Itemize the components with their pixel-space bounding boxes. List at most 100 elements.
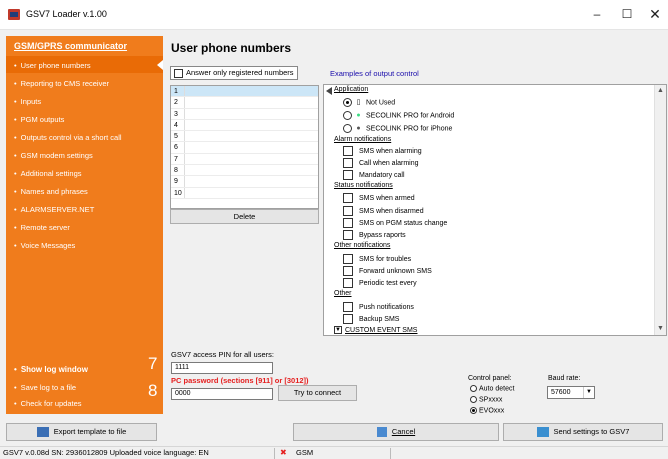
option-secolink-android[interactable]: ● SECOLINK PRO for Android (343, 111, 454, 120)
save-log-link[interactable]: Save log to a file (14, 383, 76, 392)
sidebar-item-gsm-modem[interactable]: GSM modem settings (14, 151, 93, 160)
sidebar-item-additional-settings[interactable]: Additional settings (14, 169, 82, 178)
option-sms-troubles[interactable]: SMS for troubles (343, 254, 411, 264)
list-item[interactable]: 8 (171, 165, 318, 177)
option-not-used[interactable]: ▯ Not Used (343, 98, 395, 107)
expand-icon[interactable]: ▼ (334, 326, 342, 334)
status-divider (390, 448, 391, 459)
sidebar-item-user-phone-numbers[interactable]: User phone numbers (14, 61, 91, 70)
custom-event-sms-group[interactable]: ▼ CUSTOM EVENT SMS (334, 326, 417, 334)
option-push-notifications[interactable]: Push notifications (343, 302, 414, 312)
checkbox-box[interactable] (343, 266, 353, 276)
control-panel-evoxxx[interactable]: EVOxxx (470, 407, 504, 414)
show-log-link[interactable]: Show log window (14, 365, 88, 374)
checkbox-box[interactable] (343, 158, 353, 168)
badge-number-7: 7 (148, 354, 158, 373)
option-sms-disarmed[interactable]: SMS when disarmed (343, 206, 424, 216)
list-item[interactable]: 3 (171, 108, 318, 120)
list-item[interactable]: 2 (171, 97, 318, 109)
option-bypass-reports[interactable]: Bypass raports (343, 230, 406, 240)
checkbox-box[interactable] (343, 314, 353, 324)
send-settings-button[interactable]: Send settings to GSV7 (503, 423, 663, 441)
row-number: 5 (171, 131, 185, 142)
control-panel-spxxxx[interactable]: SPxxxx (470, 396, 502, 403)
pin-label: GSV7 access PIN for all users: (171, 350, 274, 359)
close-button[interactable]: ✕ (640, 4, 668, 24)
checkbox-box[interactable] (343, 146, 353, 156)
status-divider (274, 448, 275, 459)
checkbox-box[interactable] (343, 218, 353, 228)
sidebar-item-outputs-short-call[interactable]: Outputs control via a short call (14, 133, 122, 142)
checkbox-box[interactable] (343, 230, 353, 240)
list-item[interactable]: 10 (171, 187, 318, 199)
collapse-arrow-icon[interactable] (326, 87, 332, 95)
option-periodic-test[interactable]: Periodic test every (343, 278, 417, 288)
list-item[interactable]: 9 (171, 176, 318, 188)
control-panel-label: Control panel: (468, 375, 512, 382)
minimize-button[interactable]: – (582, 4, 612, 24)
list-item[interactable]: 7 (171, 153, 318, 166)
chevron-down-icon[interactable]: ▼ (583, 387, 594, 398)
badge-number-8: 8 (148, 381, 158, 400)
sidebar-title-link[interactable]: GSM/GPRS communicator (14, 41, 127, 51)
group-status-notifications: Status notifications (334, 182, 393, 189)
checkbox-box[interactable] (174, 68, 183, 78)
sidebar-item-reporting-cms[interactable]: Reporting to CMS receiver (14, 79, 109, 88)
list-item[interactable]: 5 (171, 131, 318, 143)
option-sms-armed[interactable]: SMS when armed (343, 193, 415, 203)
sidebar-item-voice-messages[interactable]: Voice Messages (14, 241, 76, 250)
option-secolink-iphone[interactable]: ● SECOLINK PRO for iPhone (343, 124, 452, 133)
sidebar-item-names-phrases[interactable]: Names and phrases (14, 187, 88, 196)
radio-button[interactable] (343, 98, 352, 107)
list-item[interactable]: 1 (171, 86, 318, 98)
check-updates-link[interactable]: Check for updates (14, 399, 82, 408)
option-label: SECOLINK PRO for iPhone (366, 125, 453, 133)
checkbox-box[interactable] (343, 170, 353, 180)
pc-password-label: PC password (sections [911] or [3012]) (171, 376, 309, 385)
radio-button[interactable] (470, 385, 477, 392)
pin-input[interactable]: 1111 (171, 362, 273, 374)
option-label: Periodic test every (359, 279, 417, 287)
tree-scrollbar[interactable]: ▲ ▼ (654, 85, 666, 335)
baud-rate-select[interactable]: 57600 ▼ (547, 386, 595, 399)
scroll-up-icon[interactable]: ▲ (657, 87, 664, 94)
radio-button[interactable] (470, 407, 477, 414)
phone-number-list[interactable]: 1 2 3 4 5 6 7 8 9 10 (170, 85, 319, 209)
option-sms-pgm-change[interactable]: SMS on PGM status change (343, 218, 447, 228)
answer-only-checkbox[interactable]: Answer only registered numbers (170, 66, 298, 80)
option-call-alarming[interactable]: Call when alarming (343, 158, 419, 168)
pc-password-input[interactable]: 0000 (171, 388, 273, 400)
option-backup-sms[interactable]: Backup SMS (343, 314, 399, 324)
sidebar-item-remote-server[interactable]: Remote server (14, 223, 70, 232)
option-label: SMS when alarming (359, 147, 422, 155)
option-sms-alarming[interactable]: SMS when alarming (343, 146, 422, 156)
status-text: GSV7 v.0.08d SN: 2936012809 Uploaded voi… (3, 448, 209, 457)
radio-button[interactable] (343, 124, 352, 133)
sidebar-item-inputs[interactable]: Inputs (14, 97, 41, 106)
option-mandatory-call[interactable]: Mandatory call (343, 170, 405, 180)
sidebar-item-pgm-outputs[interactable]: PGM outputs (14, 115, 65, 124)
list-item[interactable]: 4 (171, 119, 318, 132)
radio-button[interactable] (343, 111, 352, 120)
cancel-button[interactable]: Cancel (293, 423, 499, 441)
list-item[interactable]: 6 (171, 142, 318, 154)
control-panel-auto-detect[interactable]: Auto detect (470, 385, 514, 392)
try-connect-button[interactable]: Try to connect (278, 385, 357, 401)
app-logo-icon (8, 9, 20, 20)
delete-button[interactable]: Delete (170, 209, 319, 224)
option-forward-unknown-sms[interactable]: Forward unknown SMS (343, 266, 432, 276)
sidebar-item-alarmserver[interactable]: ALARMSERVER.NET (14, 205, 95, 214)
option-label: SECOLINK PRO for Android (366, 112, 455, 120)
radio-button[interactable] (470, 396, 477, 403)
checkbox-box[interactable] (343, 206, 353, 216)
scroll-down-icon[interactable]: ▼ (657, 325, 664, 332)
checkbox-box[interactable] (343, 278, 353, 288)
option-label: Bypass raports (359, 231, 406, 239)
examples-output-control-link[interactable]: Examples of output control (330, 69, 419, 78)
checkbox-box[interactable] (343, 302, 353, 312)
export-template-button[interactable]: Export template to file (6, 423, 157, 441)
checkbox-box[interactable] (343, 254, 353, 264)
sidebar: GSM/GPRS communicator User phone numbers… (6, 36, 163, 414)
checkbox-box[interactable] (343, 193, 353, 203)
maximize-button[interactable]: ☐ (612, 4, 642, 24)
